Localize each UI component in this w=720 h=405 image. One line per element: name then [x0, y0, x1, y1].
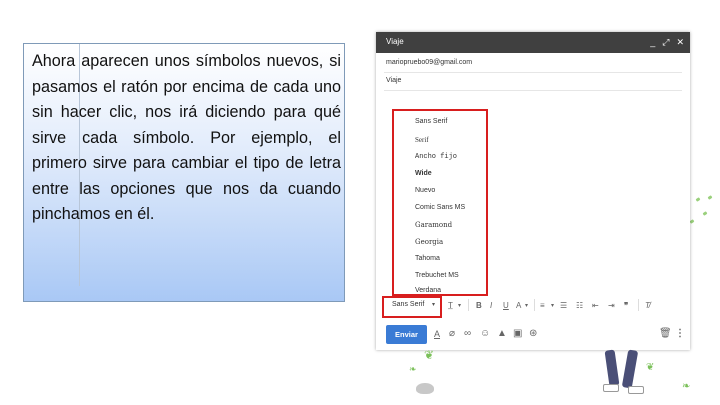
- text-box: Ahora aparecen unos símbolos nuevos, si …: [23, 43, 345, 302]
- text-size-icon[interactable]: T̲: [448, 301, 453, 311]
- compose-title: Viaje: [386, 37, 404, 46]
- send-button[interactable]: Enviar: [386, 325, 427, 344]
- indent-less-icon[interactable]: ⇤: [592, 301, 599, 311]
- instruction-paragraph: Ahora aparecen unos símbolos nuevos, si …: [32, 52, 341, 223]
- font-selector[interactable]: Sans Serif: [392, 301, 424, 308]
- font-option-wide[interactable]: Wide: [415, 170, 432, 177]
- attach-icon[interactable]: ⌀: [449, 327, 455, 341]
- align-chevron-icon[interactable]: ▾: [551, 301, 554, 311]
- formatting-options-icon[interactable]: A: [434, 327, 440, 341]
- font-option-serif[interactable]: Serif: [415, 136, 429, 144]
- compose-header: Viaje _ ⤢ ✕: [376, 32, 690, 53]
- font-option-trebuchet[interactable]: Trebuchet MS: [415, 272, 459, 279]
- decorative-dash: [695, 197, 701, 202]
- font-option-sans-serif[interactable]: Sans Serif: [415, 118, 447, 125]
- confidential-icon[interactable]: ⊛: [529, 327, 537, 341]
- leaf-icon: ❧: [682, 381, 691, 392]
- size-chevron-icon[interactable]: ▾: [458, 301, 461, 311]
- leaf-icon: ❧: [409, 364, 417, 374]
- toolbar-divider: [638, 299, 639, 311]
- chevron-down-icon[interactable]: ▾: [432, 301, 435, 308]
- field-divider: [384, 90, 682, 91]
- text-color-icon[interactable]: A: [516, 301, 521, 311]
- figure-shoe: [628, 386, 644, 394]
- font-option-narrow[interactable]: Nuevo: [415, 187, 435, 194]
- numbered-list-icon[interactable]: ☰: [560, 301, 567, 311]
- leaf-icon: ❦: [424, 348, 435, 362]
- close-icon[interactable]: ✕: [676, 36, 684, 48]
- header-controls: _ ⤢ ✕: [650, 36, 684, 48]
- link-icon[interactable]: ∞: [464, 327, 471, 341]
- photo-icon[interactable]: ▣: [513, 327, 522, 341]
- minimize-icon[interactable]: _: [650, 36, 655, 48]
- rock-shape: [416, 383, 434, 394]
- font-option-garamond[interactable]: Garamond: [415, 221, 452, 229]
- decorative-dash: [689, 219, 695, 224]
- figure-leg: [621, 349, 639, 389]
- bulleted-list-icon[interactable]: ☷: [576, 301, 583, 311]
- font-option-georgia[interactable]: Georgia: [415, 238, 443, 246]
- font-option-verdana[interactable]: Verdana: [415, 287, 441, 294]
- align-icon[interactable]: ≡: [540, 301, 545, 311]
- italic-icon[interactable]: I: [490, 301, 492, 311]
- decorative-dash: [707, 195, 713, 200]
- color-chevron-icon[interactable]: ▾: [525, 301, 528, 311]
- leaf-icon: ❦: [646, 362, 655, 373]
- to-field[interactable]: mariopruebo09@gmail.com: [386, 59, 472, 66]
- bold-icon[interactable]: B: [476, 301, 482, 311]
- subject-field[interactable]: Viaje: [386, 77, 401, 84]
- underline-icon[interactable]: U: [503, 301, 509, 311]
- field-divider: [384, 72, 682, 73]
- toolbar-divider: [468, 299, 469, 311]
- expand-icon[interactable]: ⤢: [662, 36, 669, 48]
- quote-icon[interactable]: ❞: [624, 301, 628, 311]
- figure-leg: [604, 349, 620, 387]
- more-options-icon[interactable]: ⋮: [675, 327, 685, 341]
- drive-icon[interactable]: ▲: [497, 327, 507, 341]
- emoji-icon[interactable]: ☺: [480, 327, 490, 341]
- figure-shoe: [603, 384, 619, 392]
- trash-icon[interactable]: 🗑: [659, 327, 672, 341]
- font-option-fixed-width[interactable]: Ancho fijo: [415, 153, 457, 161]
- font-option-comic-sans[interactable]: Comic Sans MS: [415, 204, 465, 211]
- toolbar-divider: [534, 299, 535, 311]
- indent-more-icon[interactable]: ⇥: [608, 301, 615, 311]
- font-menu: Sans Serif Serif Ancho fijo Wide Nuevo C…: [392, 109, 488, 296]
- decorative-dash: [702, 211, 708, 216]
- font-option-tahoma[interactable]: Tahoma: [415, 255, 440, 262]
- remove-format-icon[interactable]: T̸: [645, 301, 650, 311]
